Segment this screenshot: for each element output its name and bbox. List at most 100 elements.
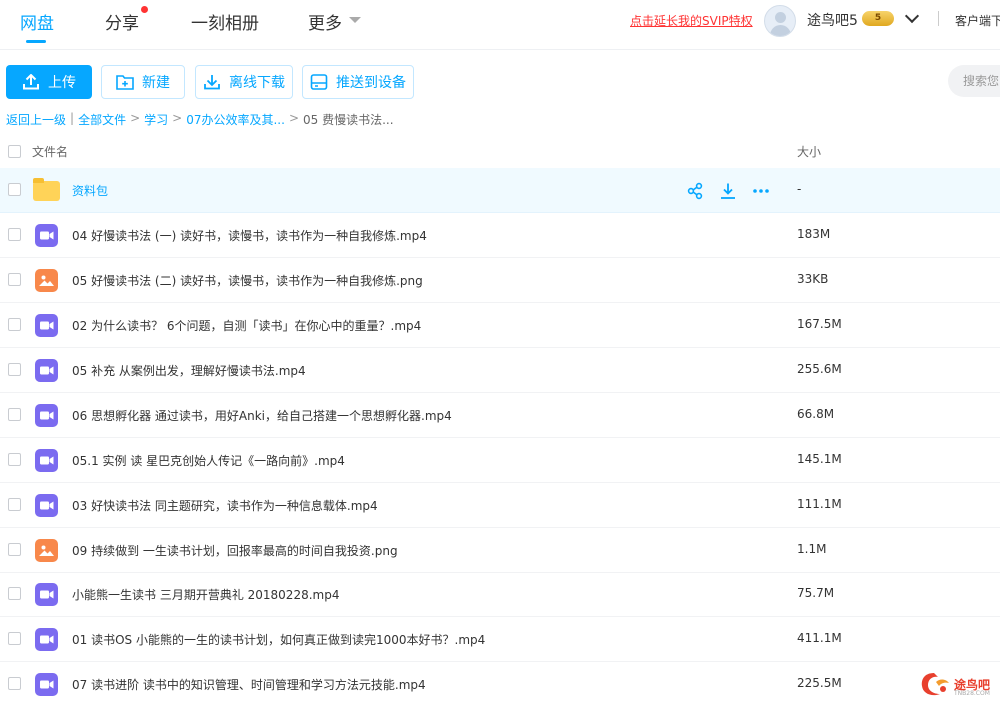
row-checkbox[interactable] [8, 587, 21, 600]
breadcrumb-item-study[interactable]: 学习 [144, 111, 168, 128]
table-row[interactable]: 小能熊一生读书 三月期开营典礼 20180228.mp4 75.7M [0, 572, 1000, 617]
image-file-icon [35, 539, 58, 562]
upload-button[interactable]: 上传 [6, 65, 92, 99]
video-file-icon [35, 404, 58, 427]
file-name[interactable]: 06 思想孵化器 通过读书，用好Anki，给自己搭建一个思想孵化器.mp4 [72, 407, 452, 424]
level-badge: 5 [862, 11, 894, 26]
notification-dot [141, 6, 148, 13]
avatar-head-icon [775, 12, 786, 23]
offline-download-button[interactable]: 离线下载 [195, 65, 293, 99]
tab-album[interactable]: 一刻相册 [191, 9, 259, 34]
file-size: 75.7M [797, 586, 835, 600]
table-row[interactable]: 03 好快读书法 同主题研究，读书作为一种信息载体.mp4 111.1M [0, 483, 1000, 528]
video-file-icon [35, 314, 58, 337]
table-row[interactable]: 02 为什么读书？ 6个问题，自测「读书」在你心中的重量？.mp4 167.5M [0, 303, 1000, 348]
svip-renew-link[interactable]: 点击延长我的SVIP特权 [630, 12, 753, 29]
folder-icon [33, 178, 60, 201]
table-header: 文件名 大小 [0, 136, 1000, 166]
row-checkbox[interactable] [8, 228, 21, 241]
table-row[interactable]: 09 持续做到 一生读书计划，回报率最高的时间自我投资.png 1.1M [0, 528, 1000, 573]
table-row[interactable]: 05 补充 从案例出发，理解好慢读书法.mp4 255.6M [0, 348, 1000, 393]
client-download-link[interactable]: 客户端下 [955, 12, 1000, 29]
row-checkbox[interactable] [8, 453, 21, 466]
top-nav: 网盘 分享 一刻相册 更多 点击延长我的SVIP特权 途鸟吧5 5 客户端下 [0, 0, 1000, 50]
file-size: - [797, 182, 802, 196]
file-name[interactable]: 09 持续做到 一生读书计划，回报率最高的时间自我投资.png [72, 542, 398, 559]
row-checkbox[interactable] [8, 498, 21, 511]
new-folder-button[interactable]: 新建 [101, 65, 185, 99]
row-checkbox[interactable] [8, 363, 21, 376]
file-name[interactable]: 07 读书进阶 读书中的知识管理、时间管理和学习方法元技能.mp4 [72, 676, 426, 693]
file-name[interactable]: 05 好慢读书法 (二) 读好书，读慢书，读书作为一种自我修炼.png [72, 272, 423, 289]
username[interactable]: 途鸟吧5 [807, 10, 858, 30]
more-actions-icon[interactable] [752, 182, 770, 200]
breadcrumb-back-link[interactable]: 返回上一级 [6, 111, 66, 128]
watermark-logo-icon [921, 673, 949, 696]
new-folder-icon [116, 75, 134, 90]
watermark: 途鸟吧 TNB28.COM [918, 670, 998, 700]
avatar[interactable] [764, 5, 796, 37]
file-size: 1.1M [797, 542, 827, 556]
file-size: 411.1M [797, 631, 842, 645]
file-name[interactable]: 05 补充 从案例出发，理解好慢读书法.mp4 [72, 362, 306, 379]
column-header-size[interactable]: 大小 [797, 143, 821, 160]
file-size: 225.5M [797, 676, 842, 690]
table-row[interactable]: 04 好慢读书法 (一) 读好书，读慢书，读书作为一种自我修炼.mp4 183M [0, 213, 1000, 258]
tab-share[interactable]: 分享 [105, 9, 139, 34]
table-row[interactable]: 06 思想孵化器 通过读书，用好Anki，给自己搭建一个思想孵化器.mp4 66… [0, 393, 1000, 438]
video-file-icon [35, 628, 58, 651]
file-name[interactable]: 小能熊一生读书 三月期开营典礼 20180228.mp4 [72, 586, 339, 603]
select-all-checkbox[interactable] [8, 145, 21, 158]
file-size: 33KB [797, 272, 829, 286]
upload-label: 上传 [48, 75, 76, 91]
video-file-icon [35, 673, 58, 696]
column-header-name[interactable]: 文件名 [32, 143, 68, 160]
breadcrumb-separator: > [288, 111, 299, 125]
file-name[interactable]: 资料包 [72, 182, 108, 199]
chevron-down-icon[interactable] [904, 8, 920, 24]
video-file-icon [35, 494, 58, 517]
video-file-icon [35, 359, 58, 382]
table-row[interactable]: 资料包 - [0, 168, 1000, 213]
breadcrumb-separator: > [130, 111, 141, 125]
more-caret-icon[interactable] [349, 17, 361, 23]
file-name[interactable]: 02 为什么读书？ 6个问题，自测「读书」在你心中的重量？.mp4 [72, 317, 421, 334]
video-file-icon [35, 583, 58, 606]
watermark-subtext: TNB28.COM [954, 690, 990, 697]
device-icon [310, 74, 328, 90]
upload-icon [23, 74, 39, 90]
row-checkbox[interactable] [8, 408, 21, 421]
tab-more[interactable]: 更多 [308, 9, 342, 34]
file-name[interactable]: 04 好慢读书法 (一) 读好书，读慢书，读书作为一种自我修炼.mp4 [72, 227, 427, 244]
push-device-button[interactable]: 推送到设备 [302, 65, 414, 99]
row-checkbox[interactable] [8, 632, 21, 645]
breadcrumb-separator: | [70, 111, 75, 125]
row-checkbox[interactable] [8, 543, 21, 556]
file-name[interactable]: 05.1 实例 读 星巴克创始人传记《一路向前》.mp4 [72, 452, 345, 469]
breadcrumb-item-current: 05 费慢读书法... [303, 113, 394, 127]
table-row[interactable]: 05.1 实例 读 星巴克创始人传记《一路向前》.mp4 145.1M [0, 438, 1000, 483]
table-row[interactable]: 05 好慢读书法 (二) 读好书，读慢书，读书作为一种自我修炼.png 33KB [0, 258, 1000, 303]
file-name[interactable]: 03 好快读书法 同主题研究，读书作为一种信息载体.mp4 [72, 497, 378, 514]
row-checkbox[interactable] [8, 318, 21, 331]
file-size: 167.5M [797, 317, 842, 331]
breadcrumb-item-office[interactable]: 07办公效率及其... [186, 111, 285, 128]
row-actions [686, 182, 770, 200]
breadcrumb-item-all-files[interactable]: 全部文件 [78, 111, 126, 128]
avatar-body-icon [770, 25, 791, 36]
row-checkbox[interactable] [8, 273, 21, 286]
level-badge-text: 5 [874, 13, 882, 23]
share-icon[interactable] [686, 182, 704, 200]
row-checkbox[interactable] [8, 677, 21, 690]
breadcrumb: 返回上一级 | 全部文件 > 学习 > 07办公效率及其... > 05 费慢读… [6, 111, 394, 128]
search-input[interactable]: 搜索您的文 [948, 65, 1000, 97]
tab-netdisk[interactable]: 网盘 [20, 9, 54, 34]
file-size: 255.6M [797, 362, 842, 376]
table-row[interactable]: 01 读书OS 小能熊的一生的读书计划，如何真正做到读完1000本好书？.mp4… [0, 617, 1000, 662]
download-icon[interactable] [719, 182, 737, 200]
row-checkbox[interactable] [8, 183, 21, 196]
new-label: 新建 [142, 75, 170, 91]
table-row[interactable]: 07 读书进阶 读书中的知识管理、时间管理和学习方法元技能.mp4 225.5M [0, 662, 1000, 701]
video-file-icon [35, 449, 58, 472]
file-name[interactable]: 01 读书OS 小能熊的一生的读书计划，如何真正做到读完1000本好书？.mp4 [72, 631, 485, 648]
